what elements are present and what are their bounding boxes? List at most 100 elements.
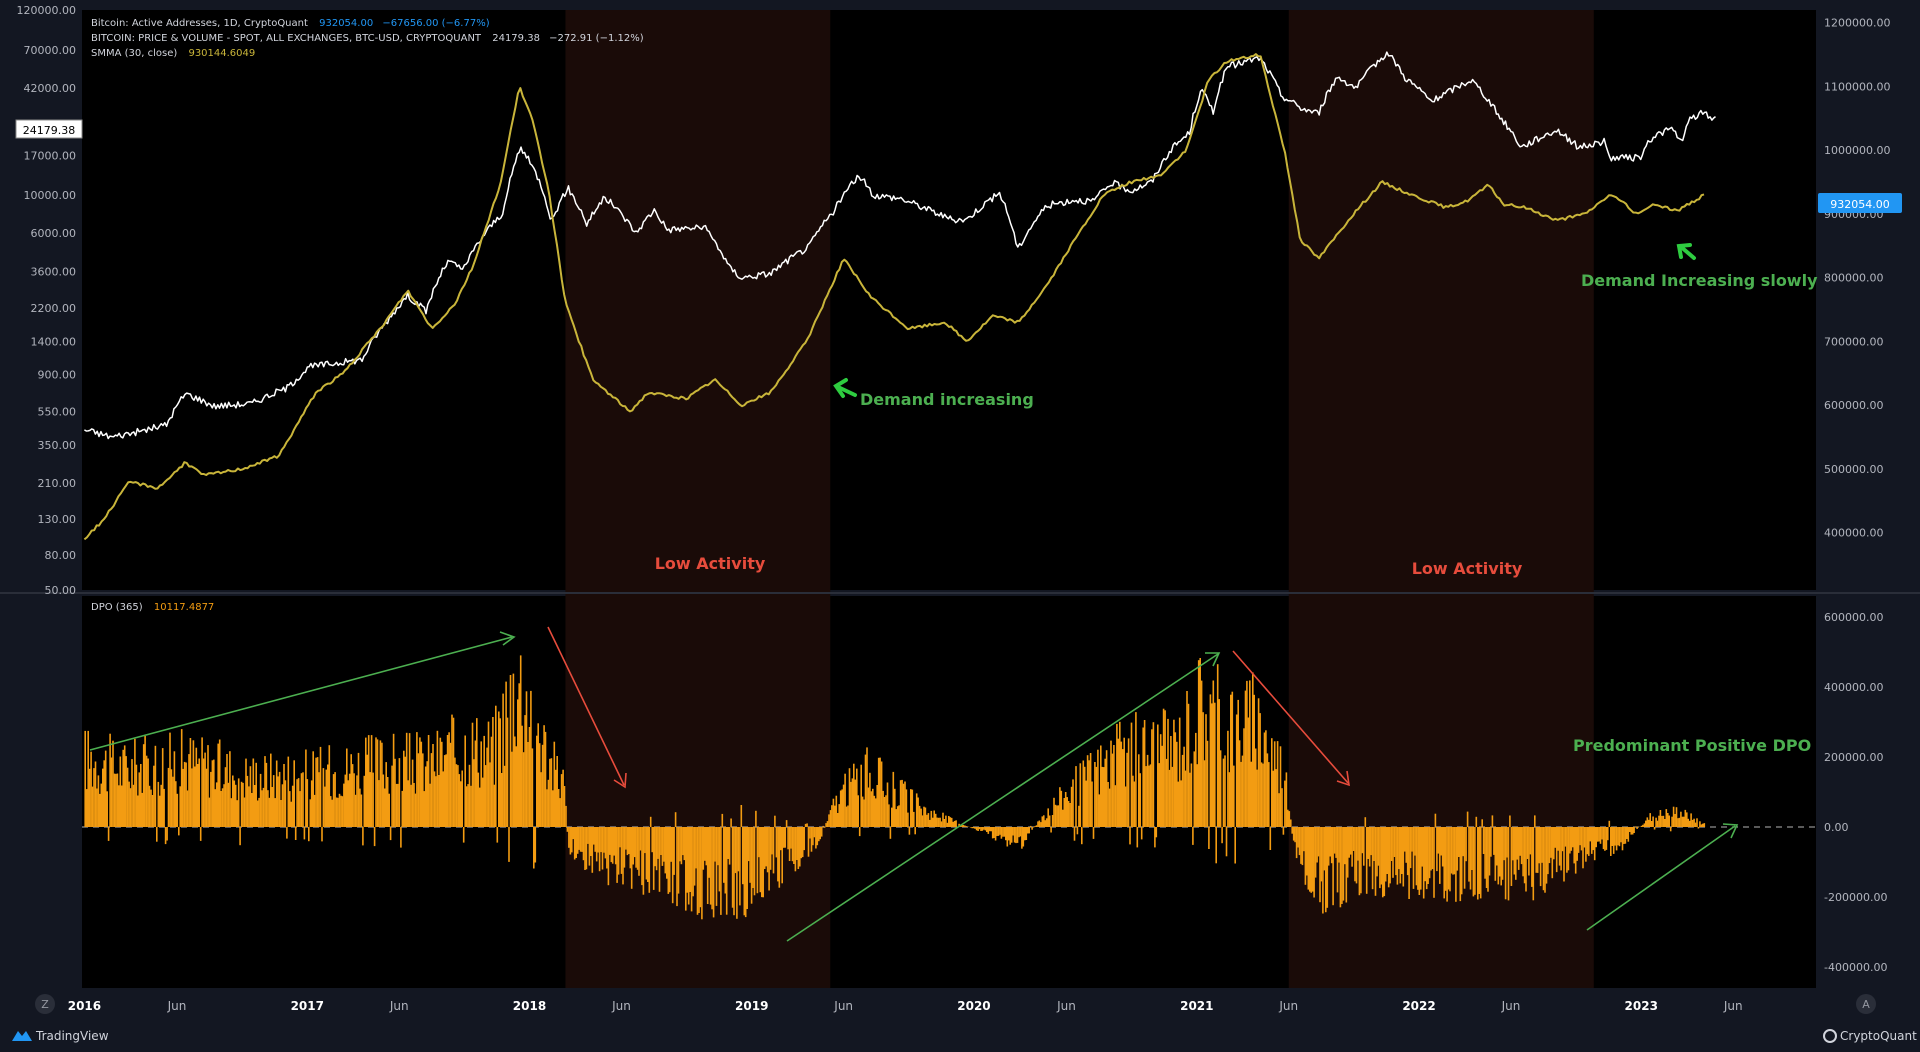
dpo-bar <box>778 827 781 888</box>
dpo-bar <box>220 791 222 827</box>
dpo-bar <box>338 793 341 827</box>
dpo-bar <box>1231 691 1234 827</box>
dpo-bar <box>569 827 572 855</box>
log-scale-button-left[interactable]: Z <box>35 994 55 1014</box>
dpo-bar <box>964 825 966 827</box>
dpo-bar <box>588 827 591 866</box>
auto-scale-button-right[interactable]: A <box>1856 994 1876 1014</box>
dpo-bar <box>1143 720 1146 827</box>
dpo-bar <box>1659 810 1662 827</box>
dpo-bar <box>1088 760 1090 827</box>
dpo-bar <box>343 783 345 827</box>
dpo-bar <box>144 735 146 827</box>
dpo-bar <box>150 789 152 827</box>
dpo-bar <box>375 737 377 827</box>
dpo-bar <box>1041 816 1044 827</box>
dpo-bar <box>952 821 954 827</box>
dpo-bar <box>673 827 675 875</box>
left-axis-tick-label: 10000.00 <box>24 189 77 202</box>
dpo-bar <box>335 797 338 827</box>
dpo-bar <box>299 791 301 827</box>
dpo-bar <box>1636 827 1638 829</box>
dpo-bar <box>1062 809 1064 827</box>
dpo-bar <box>1010 827 1013 843</box>
dpo-bar <box>945 815 947 827</box>
dpo-bar <box>603 827 605 853</box>
dpo-bar <box>272 775 275 827</box>
dpo-bar <box>1652 816 1654 827</box>
dpo-bar <box>1247 717 1250 827</box>
dpo-bar <box>747 827 750 862</box>
dpo-bar <box>502 693 504 827</box>
dpo-bar <box>159 795 161 827</box>
dpo-bar <box>620 827 623 874</box>
dpo-bar <box>1297 827 1299 848</box>
dpo-bar <box>727 827 729 859</box>
dpo-bar <box>1176 741 1178 827</box>
dpo-bar <box>590 827 592 856</box>
dpo-bar <box>1287 809 1289 827</box>
dpo-bar <box>1206 740 1209 827</box>
dpo-bar <box>1417 827 1419 890</box>
dpo-bar <box>579 827 582 852</box>
dpo-bar <box>882 790 884 827</box>
dpo-bar <box>433 771 436 827</box>
dpo-bar <box>661 827 664 866</box>
dpo-bar <box>1344 827 1346 865</box>
dpo-bar <box>96 788 98 827</box>
dpo-bar <box>709 827 712 905</box>
dpo-bar <box>1479 827 1482 899</box>
dpo-bar <box>430 753 433 827</box>
dpo-bar <box>572 827 575 840</box>
dpo-bar <box>582 827 585 861</box>
dpo-bar <box>1384 827 1387 882</box>
dpo-bar <box>331 799 333 827</box>
dpo-bar <box>1554 827 1556 848</box>
dpo-bar <box>1525 827 1527 892</box>
dpo-bar <box>1035 825 1038 827</box>
legend-line1-value: 932054.00 <box>319 18 373 29</box>
chart-canvas: 50.00 80.00 130.00 210.00 350.00 550.00 900.00… <box>0 0 1920 1052</box>
dpo-bar <box>223 784 225 827</box>
dpo-bar <box>1655 817 1657 827</box>
dpo-bar <box>885 795 887 827</box>
dpo-bar <box>357 752 360 827</box>
dpo-bar <box>506 717 509 827</box>
dpo-bar <box>1427 827 1429 884</box>
dpo-bar <box>477 772 480 827</box>
dpo-bar <box>464 735 466 827</box>
active-addresses-badge-label: 932054.00 <box>1830 198 1890 211</box>
dpo-bar <box>215 782 218 827</box>
dpo-bar <box>1357 827 1359 861</box>
dpo-bar <box>1360 827 1362 894</box>
dpo-bar <box>259 773 262 827</box>
dpo-bar <box>902 783 905 827</box>
dpo-bar <box>1447 827 1450 890</box>
dpo-bar <box>1019 827 1022 837</box>
dpo-bar <box>725 827 728 915</box>
dpo-bar <box>1424 827 1426 882</box>
dpo-bar <box>1139 773 1141 827</box>
dpo-bar <box>1078 805 1080 827</box>
dpo-bar <box>765 827 767 867</box>
dpo-bar <box>239 827 241 846</box>
dpo-bar <box>739 827 741 906</box>
dpo-bar <box>280 800 282 827</box>
dpo-bar <box>1313 827 1315 898</box>
dpo-bar <box>1151 729 1153 827</box>
dpo-bar <box>753 827 756 896</box>
dpo-bar <box>796 827 798 860</box>
dpo-bar <box>356 775 358 827</box>
dpo-axis-tick-label: -200000.00 <box>1824 891 1887 904</box>
dpo-bar <box>186 790 189 827</box>
dpo-bar <box>401 790 404 827</box>
dpo-bar <box>84 730 86 827</box>
dpo-bar <box>1450 827 1453 874</box>
dpo-bar <box>917 797 919 827</box>
dpo-bar <box>1291 827 1293 834</box>
dpo-bar <box>933 810 935 827</box>
dpo-bar <box>690 827 693 912</box>
dpo-bar <box>1294 827 1296 843</box>
dpo-bar <box>1439 827 1441 884</box>
dpo-bar <box>934 813 937 827</box>
